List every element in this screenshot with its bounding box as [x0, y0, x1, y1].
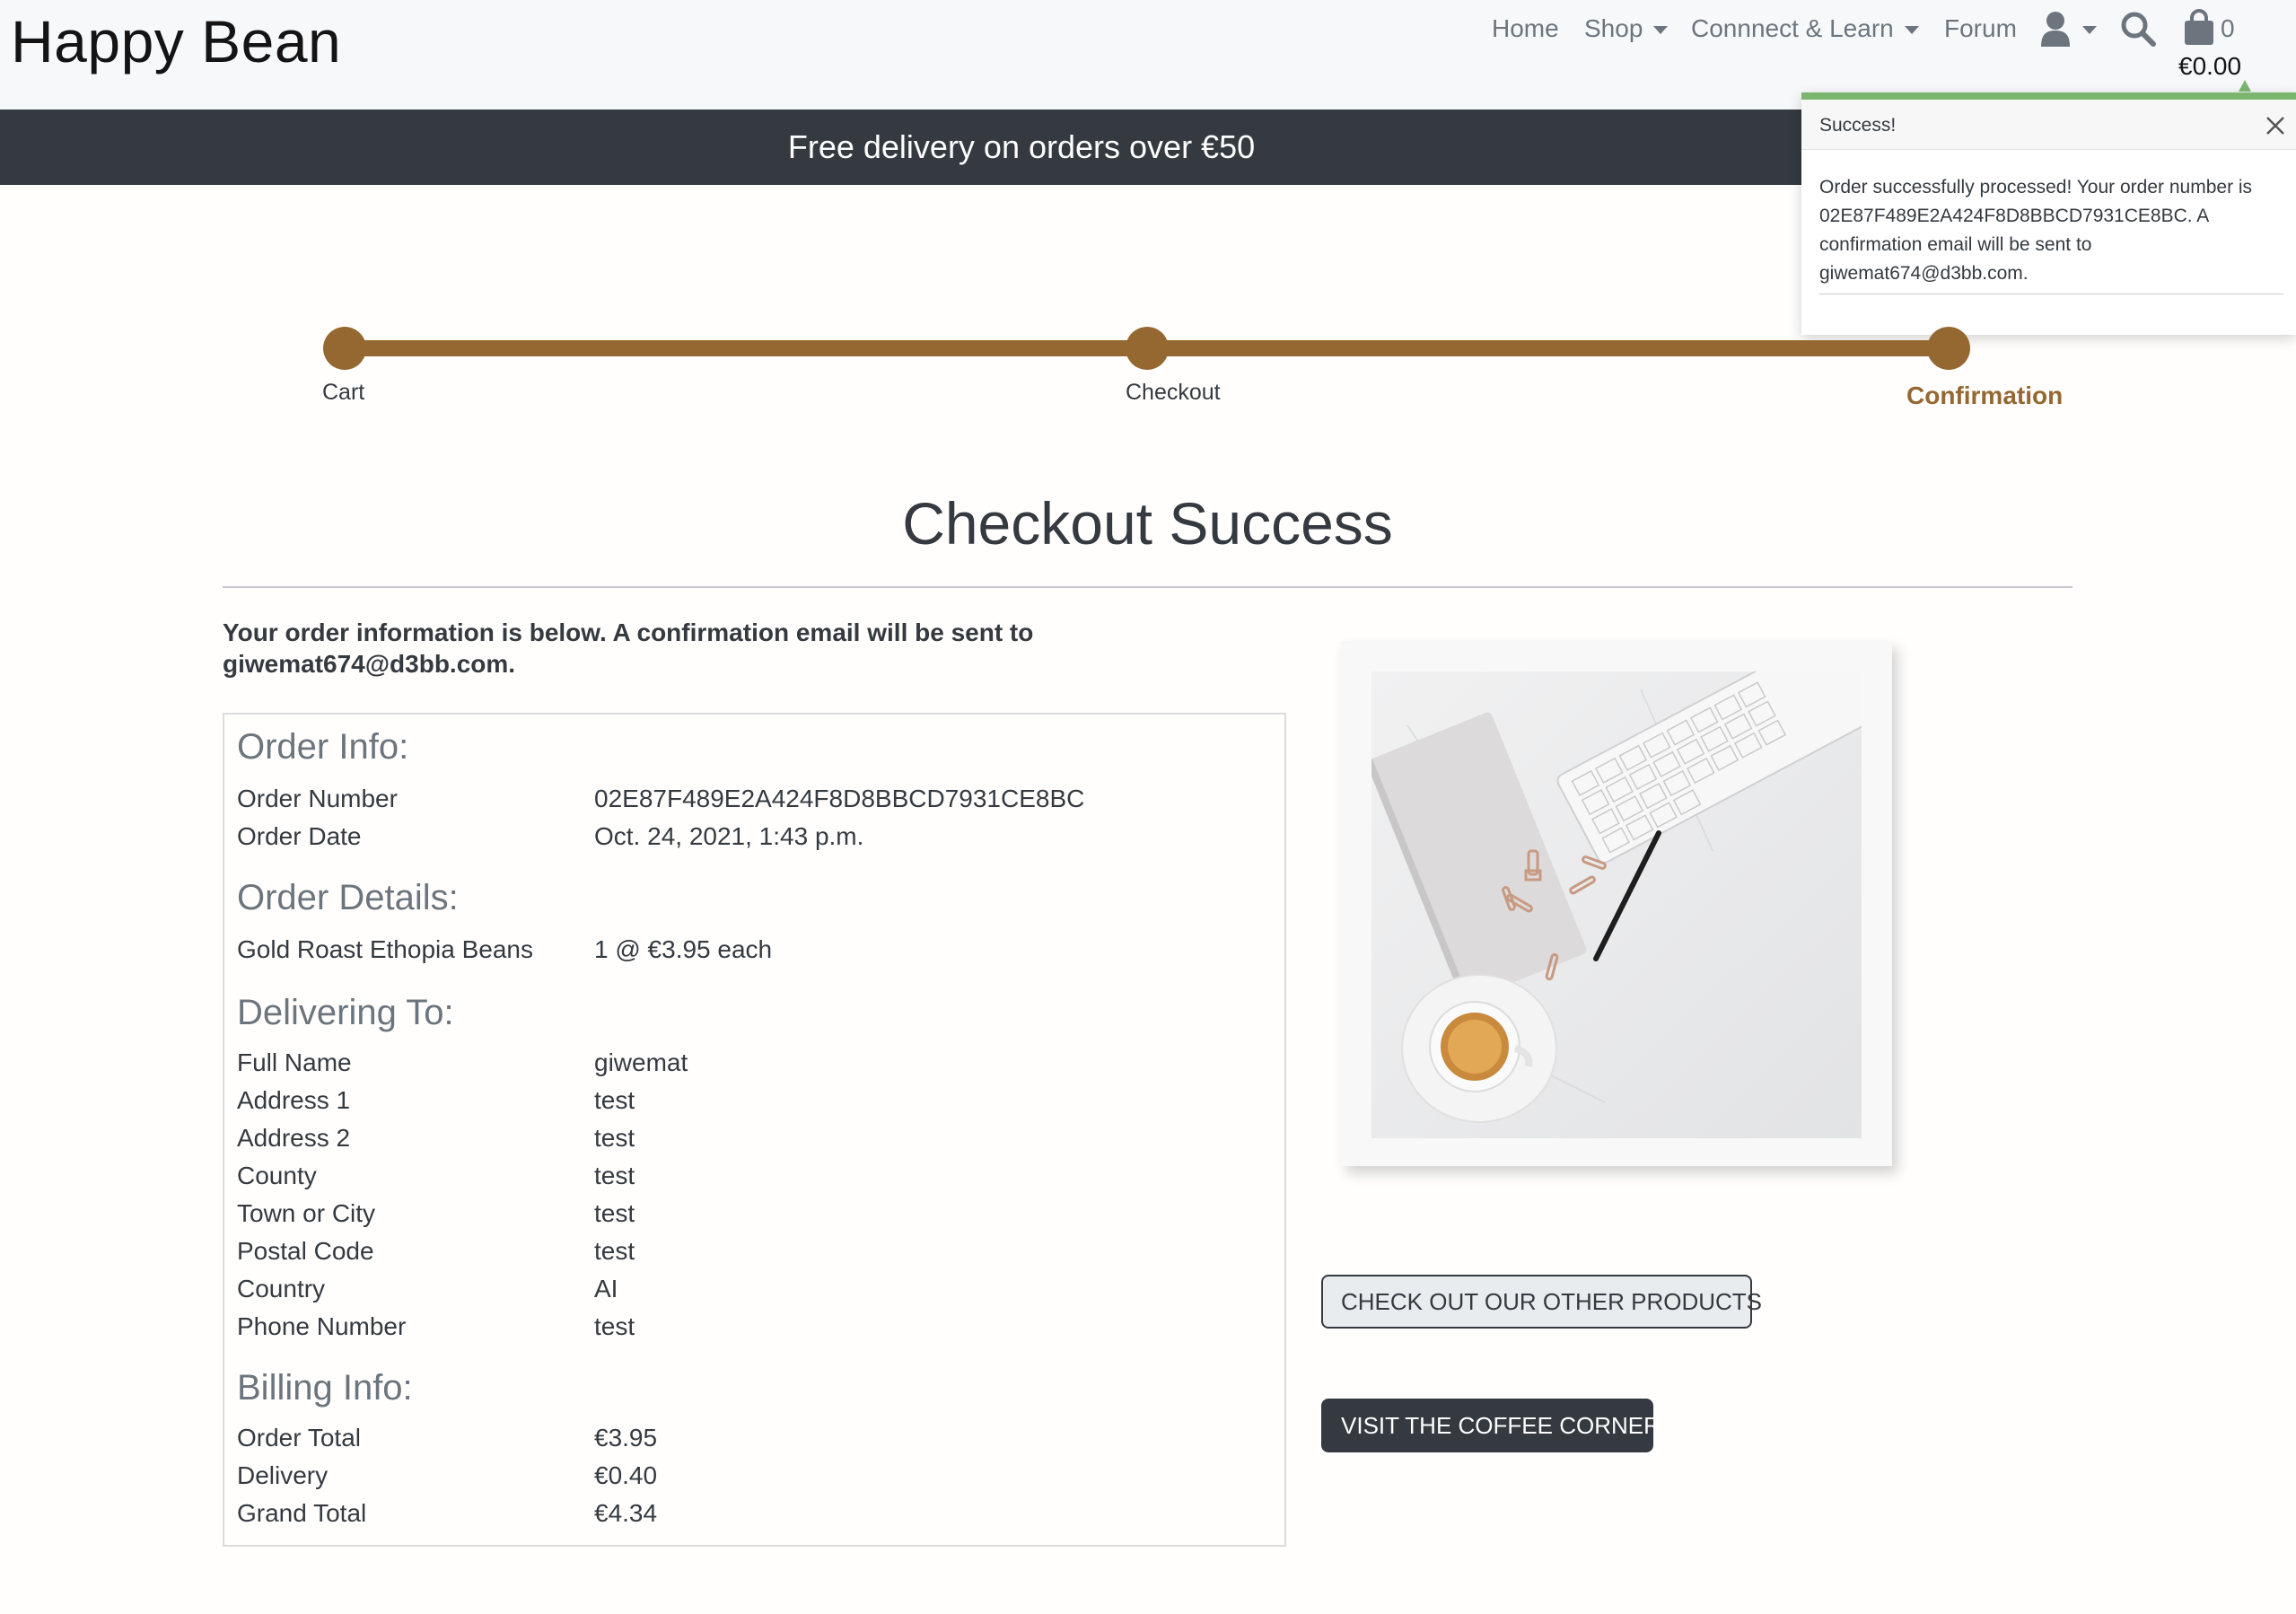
delivery-value: AI	[594, 1275, 618, 1303]
coffee-corner-button[interactable]: VISIT THE COFFEE CORNER	[1321, 1399, 1661, 1452]
other-products-button[interactable]: CHECK OUT OUR OTHER PRODUCTS	[1321, 1275, 1762, 1329]
delivery-value: test	[594, 1199, 635, 1227]
order-info-heading: Order Info:	[237, 727, 409, 767]
account-menu[interactable]	[2039, 11, 2097, 47]
progress-dot-checkout	[1126, 327, 1169, 370]
step-label-cart: Cart	[322, 380, 365, 405]
nav-connect[interactable]: Connnect & Learn	[1691, 14, 1919, 43]
coffee-desk-illustration	[1371, 671, 1862, 1138]
item-name: Gold Roast Ethopia Beans	[237, 935, 533, 963]
billing-label: Grand Total	[237, 1499, 367, 1527]
brand-logo[interactable]: Happy Bean	[11, 7, 341, 75]
delivery-label: County	[237, 1162, 317, 1189]
success-toast: Success! Order successfully processed! Y…	[1801, 92, 2296, 335]
delivery-value: test	[594, 1162, 635, 1189]
page-title: Checkout Success	[902, 490, 1393, 557]
delivery-label: Address 1	[237, 1086, 351, 1114]
billing-value: €0.40	[594, 1461, 658, 1489]
progress-dot-cart	[323, 327, 366, 370]
chevron-down-icon	[1653, 25, 1669, 34]
step-label-checkout: Checkout	[1126, 380, 1221, 405]
billing-label: Delivery	[237, 1461, 329, 1489]
order-date-label: Order Date	[237, 822, 362, 850]
cart-total[interactable]: €0.00	[2178, 52, 2241, 81]
delivery-label: Postal Code	[237, 1237, 374, 1265]
coffee-desk-image	[1371, 671, 1862, 1138]
delivery-value: giwemat	[594, 1048, 688, 1076]
billing-label: Order Total	[237, 1424, 361, 1452]
billing-info-heading: Billing Info:	[237, 1368, 413, 1408]
billing-value: €4.34	[594, 1499, 658, 1527]
search-icon[interactable]	[2120, 11, 2156, 47]
user-icon	[2041, 12, 2070, 47]
nav-forum[interactable]: Forum	[1944, 14, 2017, 43]
delivery-value: test	[594, 1312, 635, 1340]
close-icon[interactable]	[2262, 112, 2289, 139]
order-intro: Your order information is below. A confi…	[223, 618, 1034, 678]
nav-connect-label: Connnect & Learn	[1691, 14, 1894, 42]
order-details-heading: Order Details:	[237, 878, 459, 917]
nav-shop-label: Shop	[1584, 14, 1643, 42]
order-summary-box: Order Info: Order Number 02E87F489E2A424…	[223, 713, 1286, 1547]
delivery-label: Country	[237, 1275, 326, 1303]
progress-dot-confirmation	[1927, 327, 1970, 370]
delivery-label: Address 2	[237, 1124, 351, 1152]
delivery-label: Phone Number	[237, 1312, 407, 1340]
toast-header: Success!	[1801, 100, 2296, 150]
chevron-down-icon	[1904, 25, 1919, 34]
shopping-bag-icon[interactable]	[2183, 9, 2215, 47]
delivery-label: Town or City	[237, 1199, 376, 1227]
toast-arrow	[2239, 80, 2251, 92]
nav-shop[interactable]: Shop	[1584, 14, 1669, 43]
order-date-value: Oct. 24, 2021, 1:43 p.m.	[594, 822, 864, 850]
billing-value: €3.95	[594, 1424, 658, 1452]
delivery-label: Full Name	[237, 1048, 352, 1076]
toast-title: Success!	[1819, 115, 1897, 136]
cart-count[interactable]: 0	[2221, 14, 2235, 43]
step-label-confirmation: Confirmation	[1906, 382, 2064, 409]
delivering-to-heading: Delivering To:	[237, 993, 454, 1032]
order-number-label: Order Number	[237, 785, 398, 812]
item-qty-price: 1 @ €3.95 each	[594, 935, 773, 963]
delivery-value: test	[594, 1237, 635, 1265]
toast-message: Order successfully processed! Your order…	[1819, 177, 2253, 284]
product-image-frame	[1341, 641, 1892, 1166]
chevron-down-icon	[2082, 25, 2097, 34]
delivery-value: test	[594, 1086, 635, 1114]
order-number-value: 02E87F489E2A424F8D8BBCD7931CE8BC	[594, 785, 1085, 812]
title-divider	[223, 586, 2073, 588]
delivery-value: test	[594, 1124, 635, 1152]
nav-home[interactable]: Home	[1492, 14, 1559, 43]
